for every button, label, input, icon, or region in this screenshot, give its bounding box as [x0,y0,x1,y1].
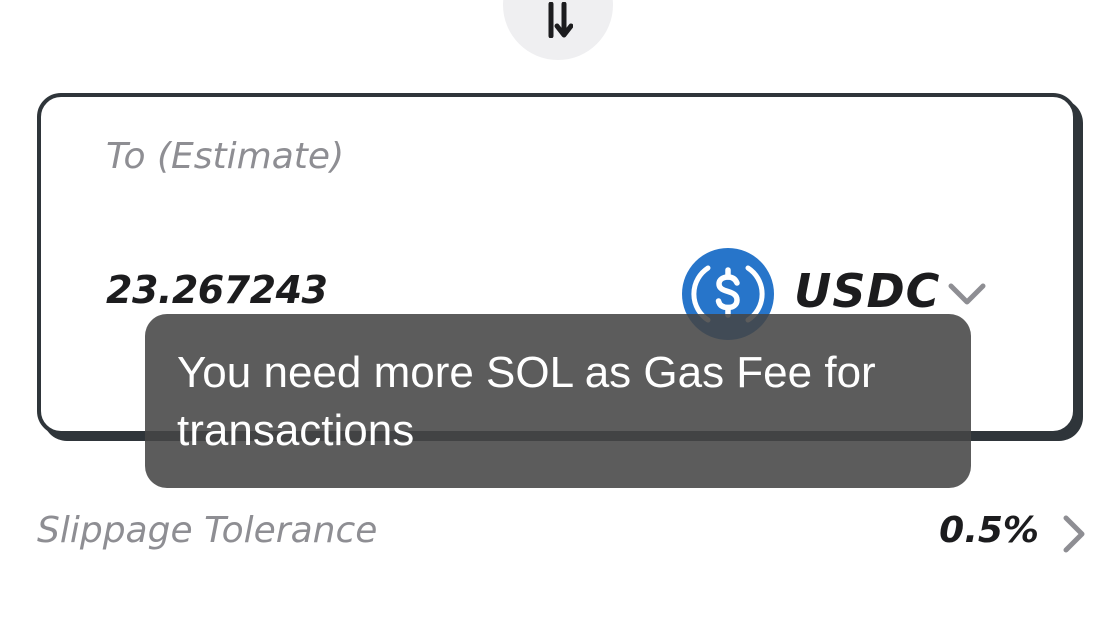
slippage-tolerance-row[interactable]: Slippage Tolerance 0.5% [37,504,1087,564]
to-amount-value: 23.267243 [106,268,328,312]
to-estimate-label: To (Estimate) [106,136,345,177]
chevron-down-icon [948,283,986,305]
chevron-right-icon [1063,515,1085,553]
swap-arrows-icon [548,2,573,38]
swap-direction-button[interactable] [503,0,613,60]
slippage-tolerance-value: 0.5% [939,510,1039,551]
gas-fee-toast: You need more SOL as Gas Fee for transac… [145,314,971,488]
token-symbol: USDC [794,264,941,318]
toast-message: You need more SOL as Gas Fee for transac… [177,348,876,455]
slippage-tolerance-label: Slippage Tolerance [37,510,378,551]
